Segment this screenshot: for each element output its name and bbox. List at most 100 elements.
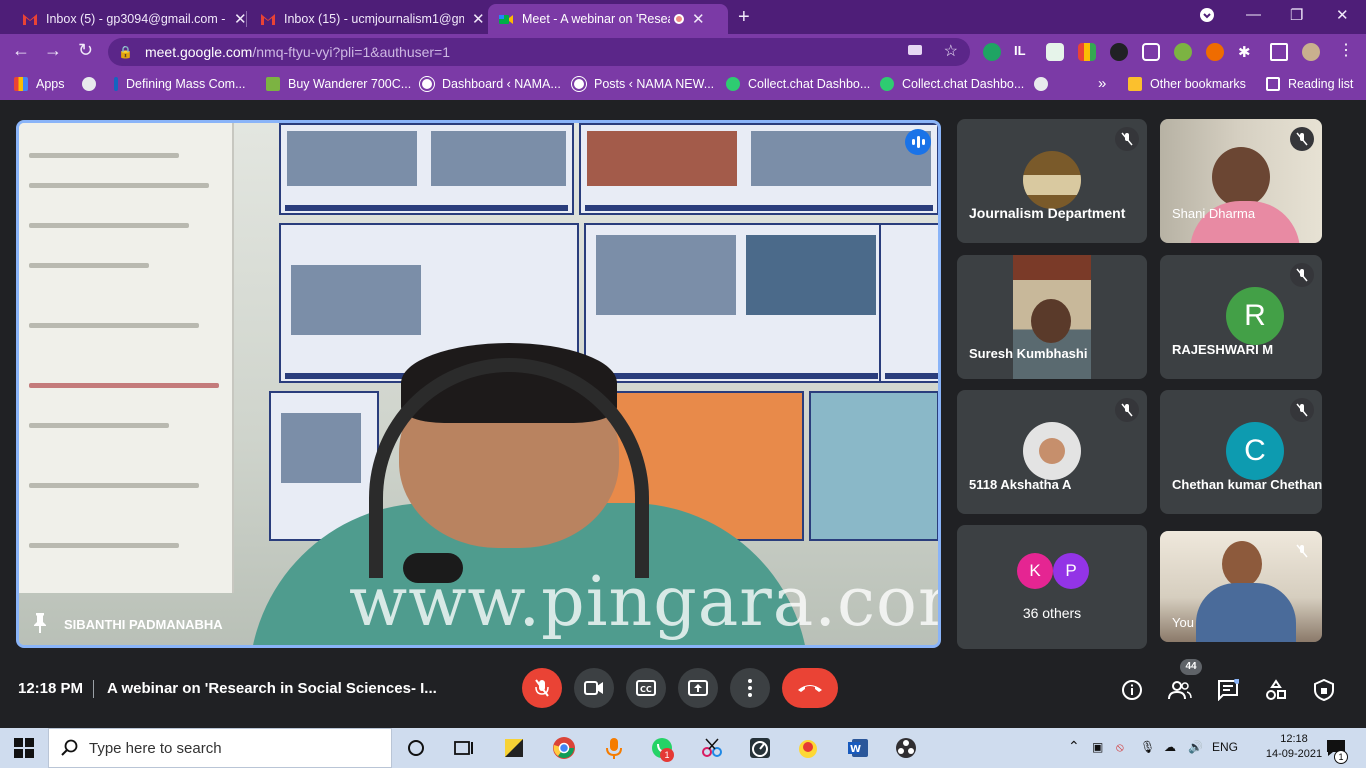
- lock-icon[interactable]: 🔒: [118, 45, 133, 59]
- word-icon[interactable]: W: [846, 736, 870, 760]
- obs-icon[interactable]: [894, 736, 918, 760]
- bookmark-other-bookmarks[interactable]: Other bookmarks: [1128, 77, 1246, 91]
- bookmark-globe[interactable]: [82, 77, 104, 91]
- people-button[interactable]: [1168, 678, 1192, 702]
- collect-chat-icon: [880, 77, 894, 91]
- network-icon[interactable]: ☁: [1164, 740, 1176, 754]
- task-view-icon[interactable]: [452, 736, 476, 760]
- volume-icon[interactable]: 🔊: [1188, 740, 1203, 754]
- system-clock[interactable]: 12:18 14-09-2021: [1264, 732, 1324, 762]
- bookmark-apps[interactable]: Apps: [14, 77, 65, 91]
- participant-initial-avatar: C: [1226, 422, 1284, 480]
- language-indicator[interactable]: ENG: [1212, 740, 1238, 754]
- taskbar-search-box[interactable]: Type here to search: [48, 728, 392, 768]
- host-controls-icon: [1314, 679, 1334, 701]
- extensions-puzzle-icon[interactable]: ✱: [1238, 43, 1256, 61]
- participant-tile[interactable]: Suresh Kumbhashi: [957, 255, 1147, 379]
- extension-il-icon[interactable]: IL: [1014, 43, 1032, 61]
- bookmark-star-icon[interactable]: ☆: [944, 41, 958, 61]
- profile-avatar[interactable]: [1302, 43, 1320, 61]
- bookmark-collect-chat-2[interactable]: Collect.chat Dashbo...: [880, 77, 1024, 91]
- extension-grid-icon[interactable]: [1142, 43, 1160, 61]
- extension-sync-icon[interactable]: [1046, 43, 1064, 61]
- meet-now-icon[interactable]: ▣: [1092, 740, 1103, 754]
- others-avatar: P: [1053, 553, 1089, 589]
- chat-button[interactable]: [1216, 678, 1240, 702]
- sticky-notes-icon[interactable]: [502, 736, 526, 760]
- close-tab-icon[interactable]: ✕: [472, 10, 485, 28]
- cast-icon[interactable]: [1270, 43, 1288, 61]
- tab-search-icon[interactable]: [1200, 8, 1214, 26]
- forward-button[interactable]: →: [44, 40, 62, 61]
- pin-icon[interactable]: [33, 613, 47, 633]
- bookmarks-overflow-button[interactable]: »: [1098, 75, 1106, 92]
- extension-leaf-icon[interactable]: [1174, 43, 1192, 61]
- leave-call-button[interactable]: [782, 668, 838, 708]
- extension-color-icon[interactable]: [1078, 43, 1096, 61]
- minimize-button[interactable]: —: [1246, 6, 1261, 23]
- globe-icon: [82, 77, 96, 91]
- game-app-icon[interactable]: [796, 736, 820, 760]
- mic-off-icon: [1290, 127, 1314, 151]
- windows-start-icon[interactable]: [14, 738, 34, 758]
- reading-list-button[interactable]: Reading list: [1266, 77, 1353, 91]
- cortana-icon[interactable]: [404, 736, 428, 760]
- participant-tile[interactable]: 5118 Akshatha A: [957, 390, 1147, 514]
- tab-gmail-2[interactable]: Inbox (15) - ucmjournalism1@gm ✕: [250, 4, 495, 34]
- bookmark-label: Collect.chat Dashbo...: [748, 77, 871, 91]
- snipping-tool-icon[interactable]: [700, 736, 724, 760]
- present-button[interactable]: [678, 668, 718, 708]
- close-tab-icon[interactable]: ✕: [692, 10, 705, 28]
- tab-title: Inbox (5) - gp3094@gmail.com -: [46, 12, 226, 26]
- others-tile[interactable]: K P 36 others: [957, 525, 1147, 649]
- meeting-details-button[interactable]: [1120, 678, 1144, 702]
- main-speaker-tile[interactable]: www.pingara.com SIBANTHI PADMANABHA: [16, 120, 941, 648]
- microphone-tray-icon[interactable]: 🎙: [1140, 740, 1155, 754]
- reload-button[interactable]: ↻: [78, 40, 93, 61]
- speedometer-icon[interactable]: [748, 736, 772, 760]
- mic-off-icon: [1290, 263, 1314, 287]
- close-window-button[interactable]: ✕: [1336, 6, 1349, 24]
- participant-tile[interactable]: Journalism Department: [957, 119, 1147, 243]
- bookmark-buy-wanderer[interactable]: Buy Wanderer 700C...: [266, 77, 411, 91]
- participant-avatar: [1023, 422, 1081, 480]
- windows-taskbar: Type here to search 1 W ⌃ ▣ ⦸ 🎙 ☁ 🔊 ENG …: [0, 728, 1366, 768]
- bookmark-defining-mass-com[interactable]: Defining Mass Com...: [114, 77, 245, 91]
- close-tab-icon[interactable]: ✕: [234, 10, 247, 28]
- tab-meet[interactable]: Meet - A webinar on 'Research ✕: [488, 4, 728, 34]
- show-hidden-icons-button[interactable]: ⌃: [1068, 738, 1080, 755]
- extension-badge-icon[interactable]: [1206, 43, 1224, 61]
- meeting-title[interactable]: A webinar on 'Research in Social Science…: [107, 680, 437, 697]
- new-tab-button[interactable]: +: [738, 6, 750, 29]
- maximize-button[interactable]: ❐: [1290, 6, 1303, 24]
- address-bar[interactable]: 🔒 meet.google.com/nmq-ftyu-vyi?pli=1&aut…: [108, 38, 970, 66]
- bookmark-dashboard-nama[interactable]: Dashboard ‹ NAMA...: [420, 77, 561, 91]
- bookmark-label: Buy Wanderer 700C...: [288, 77, 412, 91]
- bookmark-collect-chat-1[interactable]: Collect.chat Dashbo...: [726, 77, 870, 91]
- more-options-button[interactable]: [730, 668, 770, 708]
- extension-dots-icon[interactable]: [1110, 43, 1128, 61]
- podcast-app-icon[interactable]: [602, 736, 626, 760]
- bookmark-globe-2[interactable]: [1034, 77, 1056, 91]
- more-icon: [748, 679, 752, 697]
- participant-initial-avatar: R: [1226, 287, 1284, 345]
- participant-name: RAJESHWARI M: [1172, 342, 1274, 357]
- captions-button[interactable]: CC: [626, 668, 666, 708]
- chrome-icon[interactable]: [552, 736, 578, 760]
- camera-in-use-icon[interactable]: [908, 45, 922, 55]
- back-button[interactable]: ←: [12, 40, 30, 61]
- self-view-tile[interactable]: You: [1160, 531, 1322, 642]
- webcam-blocked-icon[interactable]: ⦸: [1116, 740, 1124, 755]
- bookmark-posts-nama[interactable]: Posts ‹ NAMA NEW...: [572, 77, 714, 91]
- participant-tile[interactable]: C Chethan kumar Chethan: [1160, 390, 1322, 514]
- camera-toggle-button[interactable]: [574, 668, 614, 708]
- tab-gmail-1[interactable]: Inbox (5) - gp3094@gmail.com - ✕: [12, 4, 257, 34]
- grammarly-icon[interactable]: [983, 43, 1001, 61]
- participant-tile[interactable]: Shani Dharma: [1160, 119, 1322, 243]
- activities-button[interactable]: [1264, 678, 1288, 702]
- host-controls-button[interactable]: [1312, 678, 1336, 702]
- browser-menu-icon[interactable]: ⋮: [1338, 40, 1356, 59]
- mic-toggle-button[interactable]: [522, 668, 562, 708]
- participant-tile[interactable]: R RAJESHWARI M: [1160, 255, 1322, 379]
- reading-list-icon: [1266, 77, 1280, 91]
